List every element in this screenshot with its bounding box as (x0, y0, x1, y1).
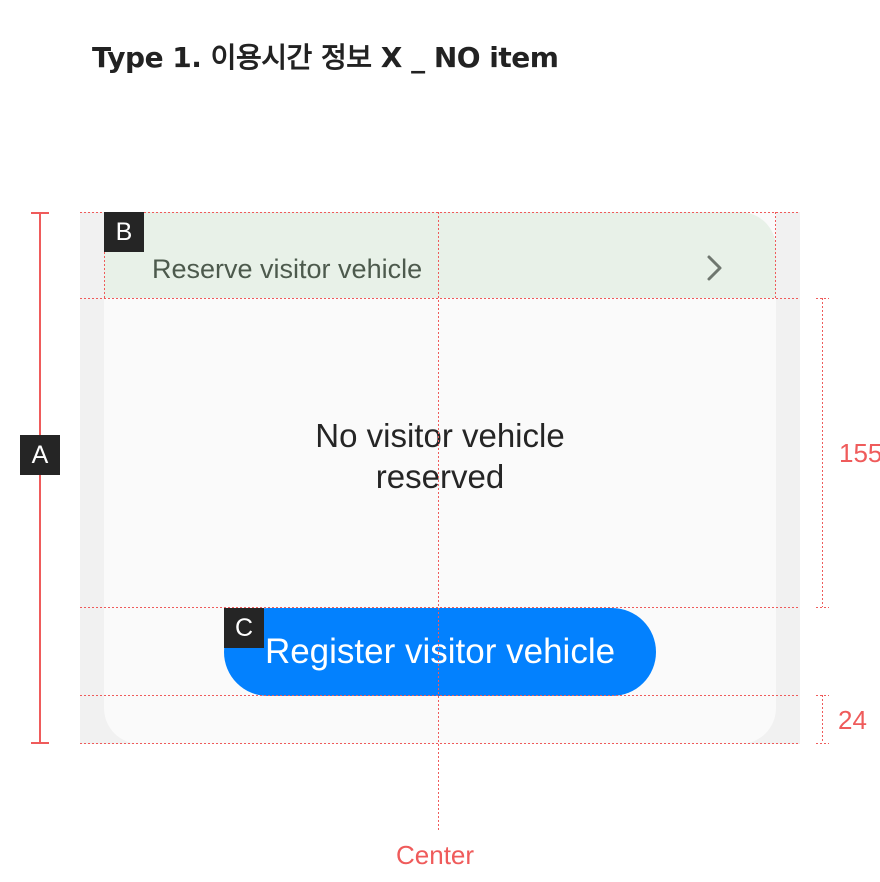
dimension-a-bracket (31, 212, 49, 744)
page-title: Type 1. 이용시간 정보 X _ NO item (92, 41, 559, 74)
chevron-right-icon (707, 255, 722, 281)
reserve-visitor-vehicle-row[interactable]: Reserve visitor vehicle (104, 212, 776, 298)
register-visitor-vehicle-button[interactable]: Register visitor vehicle (224, 608, 656, 696)
measure-label-24: 24 (838, 705, 867, 735)
annotation-tag-b: B (104, 212, 144, 252)
empty-state-line-1: No visitor vehicle (315, 417, 565, 454)
reserve-visitor-vehicle-label: Reserve visitor vehicle (152, 254, 423, 284)
annotation-tag-c: C (224, 608, 264, 648)
measure-label-155: 155 (839, 438, 880, 468)
center-label: Center (396, 840, 475, 870)
empty-state-message: No visitor vehicle reserved (104, 415, 776, 497)
annotation-tag-a: A (20, 435, 60, 475)
visitor-vehicle-card: Reserve visitor vehicle No visitor vehic… (104, 212, 776, 744)
empty-state-line-2: reserved (375, 458, 505, 495)
